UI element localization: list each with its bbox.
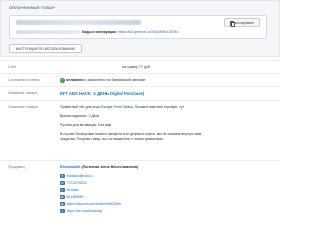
- contact-text: 841489850: [66, 195, 84, 199]
- contact-vk[interactable]: в https://vk.com/ellucksky: [60, 208, 102, 214]
- instructions-link[interactable]: https://tk3.getmes.ru/ONUMMIN-DERU: [118, 30, 179, 34]
- product-name-label: Название товара: [8, 91, 38, 95]
- product-name-link[interactable]: EFT ABS HACK -1 ДЕНЬ Digital Purchase): [60, 91, 144, 96]
- mail-icon: ✉: [60, 173, 65, 179]
- description-line: Ручная для активации. Без мар: [60, 123, 112, 127]
- account-value: на сумму 77 руб: [122, 65, 150, 69]
- seller-name: Elluckshkill (Логачева Анна Вячеславовна…: [60, 165, 138, 169]
- description-line: Время подписки: 1 День: [60, 114, 100, 118]
- product-description-row: Описание товара Приватный чит для игры E…: [0, 100, 280, 160]
- skype-icon: S: [60, 187, 65, 193]
- vk-icon: в: [60, 208, 65, 214]
- contact-icq[interactable]: ✿ 841489850: [60, 194, 83, 200]
- paid-product-card: ОПЛАЧЕННЫЙ ТОВАР скопировать Коды и инст…: [0, 0, 280, 57]
- usage-instructions-button[interactable]: ИНСТРУКЦИЯ ПО ИСПОЛЬЗОВАНИЮ: [9, 44, 82, 53]
- instructions-label: Коды и инструкции:: [82, 30, 117, 34]
- copy-icon: [229, 20, 236, 27]
- copy-button-label: скопировать: [234, 20, 255, 25]
- phone-icon: ☏: [60, 180, 65, 186]
- product-description: Приватный чит для игры Escape From Tarko…: [60, 105, 201, 142]
- description-line: средства. Покупая товар, вы соглашаетесь…: [60, 137, 164, 141]
- description-line: Приватный чит для игры Escape From Tarko…: [60, 105, 185, 109]
- contact-phone[interactable]: ☏ 77213795311: [60, 180, 87, 186]
- payment-status-value: ✓ оплачено и зачислено на банковский авто…: [60, 78, 146, 83]
- paid-product-title: ОПЛАЧЕННЫЙ ТОВАР: [9, 5, 55, 10]
- contact-text: elluhack@mail.ru: [66, 174, 93, 178]
- seller-row: Продавец Elluckshkill (Логачева Анна Вяч…: [0, 160, 280, 240]
- status-rest: и зачислено на банковский автомат: [84, 78, 146, 83]
- contact-discord[interactable]: ◆ https://discord.com/invite/rheBZSMn: [60, 201, 121, 207]
- payment-status-label: Состояние оплаты: [8, 78, 40, 82]
- seller-real-name: (Логачева Анна Вячеславовна): [81, 165, 139, 169]
- blurred-product-code: [16, 20, 141, 25]
- discord-icon: ◆: [60, 201, 65, 207]
- contact-text: https://vk.com/ellucksky: [66, 209, 103, 213]
- copy-button[interactable]: скопировать: [224, 18, 260, 27]
- instructions-line: Коды и инструкции: https://tk3.getmes.ru…: [16, 30, 260, 36]
- seller-label: Продавец: [8, 165, 25, 169]
- check-icon: ✓: [60, 78, 65, 83]
- account-label: Счет: [8, 65, 17, 69]
- contact-email[interactable]: ✉ elluhack@mail.ru: [60, 173, 93, 179]
- contact-text: https://discord.com/invite/rheBZSMn: [66, 202, 121, 206]
- contact-skype[interactable]: S elluhack: [60, 187, 79, 193]
- product-description-label: Описание товара: [8, 105, 38, 109]
- contact-text: elluhack: [66, 188, 79, 192]
- icq-icon: ✿: [60, 194, 65, 200]
- contact-text: 77213795311: [66, 181, 88, 185]
- payment-status-row: Состояние оплаты ✓ оплачено и зачислено н…: [0, 73, 280, 86]
- product-name-row: Название товара EFT ABS HACK -1 ДЕНЬ Dig…: [0, 86, 280, 100]
- status-strong: оплачено: [66, 78, 84, 83]
- product-code-box: скопировать Коды и инструкции: https://t…: [9, 15, 267, 39]
- blurred-text: [16, 30, 80, 34]
- account-row: Счет на сумму 77 руб: [0, 60, 280, 73]
- seller-nick-link[interactable]: Elluckshkill: [60, 165, 80, 169]
